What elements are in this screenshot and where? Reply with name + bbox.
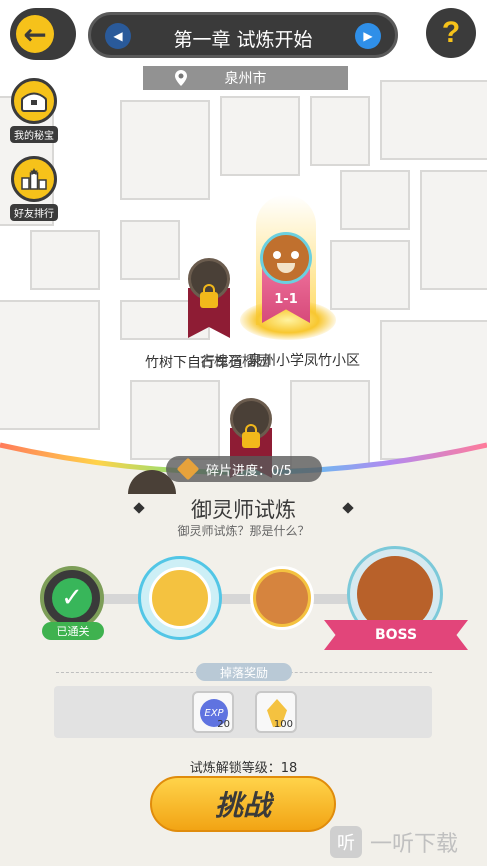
fragment-progress-text: 碎片进度：0/5: [206, 463, 292, 479]
fragment-icon: [176, 457, 200, 481]
my-treasure-label: 我的秘宝: [10, 126, 58, 143]
challenge-button[interactable]: 挑战: [150, 776, 336, 832]
raccoon-avatar: [256, 572, 308, 624]
stage-node-cleared[interactable]: ✓: [40, 566, 104, 630]
prev-chapter-button[interactable]: ◀: [105, 23, 131, 49]
reward-golden-shard[interactable]: 100: [255, 691, 297, 733]
friend-ranking-label: 好友排行: [10, 204, 58, 221]
current-stage-monster-avatar[interactable]: [260, 232, 312, 284]
friend-ranking-button[interactable]: 好友排行: [6, 156, 62, 221]
current-stage-code: 1-1: [274, 292, 298, 307]
unlock-level-text: 试炼解锁等级：18: [189, 761, 298, 776]
chapter-title-bar: ◀ 第一章 试炼开始 ▶: [88, 12, 398, 58]
location-pin-icon: [175, 70, 187, 86]
leaderboard-icon: [11, 156, 57, 202]
reward-quantity: 20: [217, 719, 230, 730]
tree-spirit-avatar: [149, 567, 211, 629]
next-chapter-button[interactable]: ▶: [355, 23, 381, 49]
lock-icon: [242, 424, 260, 448]
place-name: 泉州小学凤竹小区: [248, 353, 360, 369]
stage-progress-track: [60, 594, 390, 604]
help-label: ?: [441, 16, 461, 49]
watermark-logo-icon: 听: [330, 826, 362, 858]
chapter-title: 第一章 试炼开始: [173, 29, 313, 51]
help-button[interactable]: ?: [426, 8, 476, 58]
back-arrow-icon: ←: [16, 15, 54, 53]
my-treasure-button[interactable]: 我的秘宝: [6, 78, 62, 143]
treasure-chest-icon: [11, 78, 57, 124]
lock-icon: [200, 284, 218, 308]
watermark: 听 一听下载: [330, 822, 458, 862]
city-location-bar: 泉州市: [143, 66, 348, 90]
challenge-label: 挑战: [214, 789, 271, 822]
back-button[interactable]: ←: [10, 8, 76, 60]
fragment-progress: 碎片进度：0/5: [166, 456, 322, 482]
stage-node-raccoon[interactable]: [250, 566, 314, 630]
stage-node-tree-spirit[interactable]: [138, 556, 222, 640]
city-name: 泉州市: [224, 71, 267, 87]
trial-title: 御灵师试炼: [191, 498, 296, 522]
screen: ← ◀ 第一章 试炼开始 ▶ ? 泉州市 我的秘宝 好友排行 1-1 竹树下自行…: [0, 0, 487, 866]
boss-ribbon: BOSS: [324, 620, 468, 650]
reward-quantity: 100: [273, 719, 293, 730]
check-icon: ✓: [52, 578, 92, 618]
cleared-badge: 已通关: [42, 622, 104, 640]
trial-subtitle: 御灵师试炼？那是什么？: [177, 524, 310, 538]
rewards-box: [54, 686, 432, 738]
reward-exp[interactable]: EXP 20: [192, 691, 234, 733]
watermark-text: 一听下载: [370, 832, 459, 857]
rewards-title: 掉落奖励: [196, 663, 292, 681]
